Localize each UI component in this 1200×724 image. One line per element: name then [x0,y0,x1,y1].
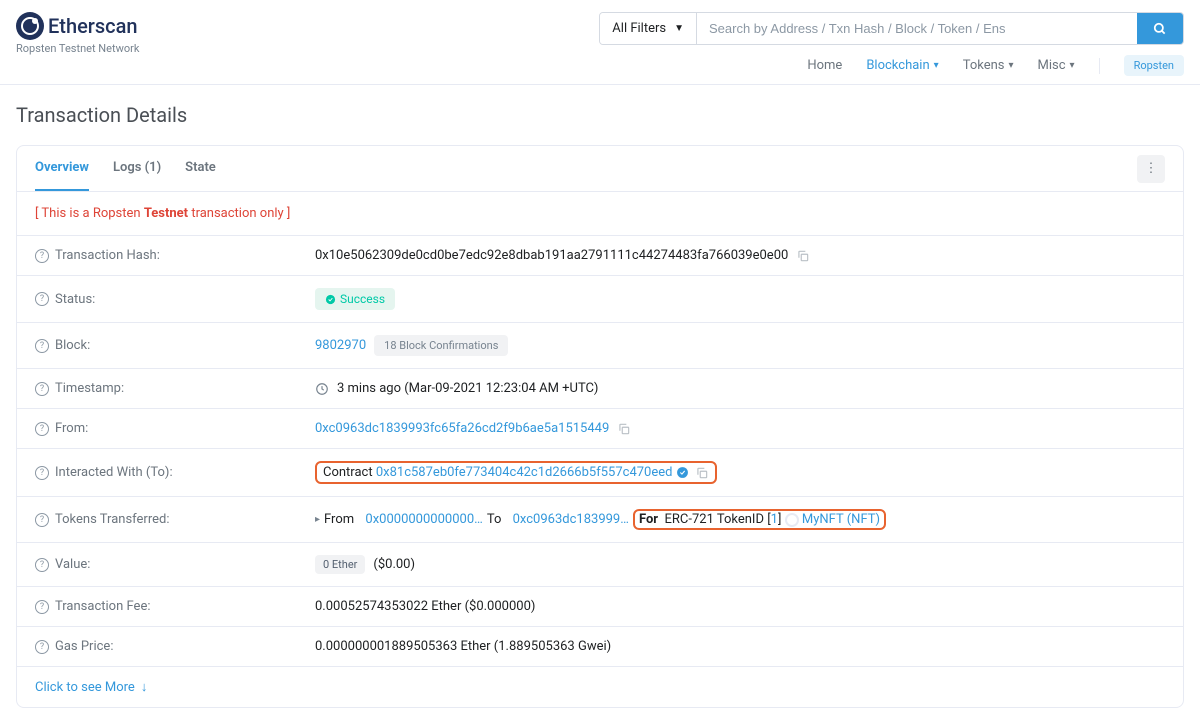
from-address-link[interactable]: 0xc0963dc1839993fc65fa26cd2f9b6ae5a15154… [315,421,609,436]
divider [1099,58,1100,74]
copy-icon[interactable] [617,422,631,436]
fee-value: 0.00052574353022 Ether ($0.000000) [315,599,535,614]
value-usd: ($0.00) [373,557,415,572]
tab-overview[interactable]: Overview [35,146,89,191]
tabs: Overview Logs (1) State ⋮ [17,146,1183,192]
page-title: Transaction Details [0,85,1200,145]
help-icon[interactable]: ? [35,249,49,263]
row-fee: ? Transaction Fee: 0.00052574353022 Ether… [17,587,1183,627]
row-gas: ? Gas Price: 0.000000001889505363 Ether (… [17,627,1183,667]
chevron-down-icon: ▾ [1008,60,1013,71]
status-badge: Success [315,288,395,310]
more-icon: ⋮ [1145,161,1158,176]
clock-icon [315,382,329,396]
help-icon[interactable]: ? [35,339,49,353]
token-highlight: For ERC-721 TokenID [1] MyNFT (NFT) [633,509,886,530]
logo[interactable]: Etherscan [16,12,139,40]
help-icon[interactable]: ? [35,292,49,306]
verified-icon [676,466,689,479]
nav-misc[interactable]: Misc ▾ [1038,58,1075,73]
tab-logs[interactable]: Logs (1) [113,146,161,191]
label-hash: Transaction Hash: [55,248,160,263]
txn-hash: 0x10e5062309de0cd0be7edc92e8dbab191aa279… [315,248,788,263]
more-button[interactable]: ⋮ [1137,155,1165,183]
testnet-notice: [ This is a Ropsten Testnet transaction … [17,192,1183,236]
help-icon[interactable]: ? [35,382,49,396]
nav-blockchain[interactable]: Blockchain ▾ [866,58,938,73]
logo-icon [16,12,44,40]
network-badge[interactable]: Ropsten [1124,55,1184,76]
transfer-from-label: From [324,512,354,527]
chevron-down-icon: ▾ [934,60,939,71]
row-to: ? Interacted With (To): Contract 0x81c587… [17,449,1183,497]
label-value: Value: [55,557,90,572]
token-icon [785,513,799,527]
row-block: ? Block: 9802970 18 Block Confirmations [17,323,1183,369]
transfer-to-label: To [487,512,502,527]
block-link[interactable]: 9802970 [315,338,366,353]
search-icon [1153,22,1167,36]
main-nav: Home Blockchain ▾ Tokens ▾ Misc ▾ Ropste… [807,55,1184,84]
tab-state[interactable]: State [185,146,216,191]
help-icon[interactable]: ? [35,466,49,480]
arrow-down-icon: ↓ [141,679,148,695]
row-status: ? Status: Success [17,276,1183,323]
check-circle-icon [325,294,336,305]
copy-icon[interactable] [796,249,810,263]
nav-tokens[interactable]: Tokens ▾ [963,58,1014,73]
filter-label: All Filters [612,21,666,36]
help-icon[interactable]: ? [35,558,49,572]
transfer-to-link[interactable]: 0xc0963dc183999… [513,512,629,527]
value-badge: 0 Ether [315,555,365,574]
show-more-button[interactable]: Click to see More ↓ [17,667,1183,707]
to-address-link[interactable]: 0x81c587eb0fe773404c42c1d2666b5f557c470e… [376,465,673,480]
confirmations-badge: 18 Block Confirmations [374,335,508,356]
search-input[interactable] [697,13,1137,44]
label-from: From: [55,421,88,436]
label-fee: Transaction Fee: [55,599,151,614]
logo-text: Etherscan [48,14,138,38]
help-icon[interactable]: ? [35,513,49,527]
filter-dropdown[interactable]: All Filters ▼ [600,13,697,44]
label-status: Status: [55,292,95,307]
network-subtitle: Ropsten Testnet Network [16,42,139,55]
row-from: ? From: 0xc0963dc1839993fc65fa26cd2f9b6ae… [17,409,1183,449]
chevron-down-icon: ▼ [674,23,684,34]
help-icon[interactable]: ? [35,422,49,436]
timestamp-value: 3 mins ago (Mar-09-2021 12:23:04 AM +UTC… [337,381,598,396]
gas-value: 0.000000001889505363 Ether (1.889505363 … [315,639,611,654]
row-timestamp: ? Timestamp: 3 mins ago (Mar-09-2021 12:2… [17,369,1183,409]
token-id-link[interactable]: 1 [771,512,778,527]
to-highlight: Contract 0x81c587eb0fe773404c42c1d2666b5… [315,461,717,484]
transfer-from-link[interactable]: 0x0000000000000… [365,512,482,527]
caret-icon: ▸ [315,514,320,525]
contract-prefix: Contract [323,465,373,480]
label-transfer: Tokens Transferred: [55,512,169,527]
search-button[interactable] [1137,13,1183,44]
help-icon[interactable]: ? [35,600,49,614]
label-gas: Gas Price: [55,639,113,654]
help-icon[interactable]: ? [35,640,49,654]
nav-home[interactable]: Home [807,58,842,73]
row-value: ? Value: 0 Ether ($0.00) [17,543,1183,587]
row-transfer: ? Tokens Transferred: ▸ From 0x0000000000… [17,497,1183,543]
transaction-card: Overview Logs (1) State ⋮ [ This is a Ro… [16,145,1184,708]
label-block: Block: [55,338,90,353]
label-timestamp: Timestamp: [55,381,124,396]
search-bar: All Filters ▼ [599,12,1184,45]
row-hash: ? Transaction Hash: 0x10e5062309de0cd0be7… [17,236,1183,276]
label-to: Interacted With (To): [55,465,173,480]
chevron-down-icon: ▾ [1070,60,1075,71]
copy-icon[interactable] [695,466,709,480]
token-name-link[interactable]: MyNFT (NFT) [802,512,880,527]
